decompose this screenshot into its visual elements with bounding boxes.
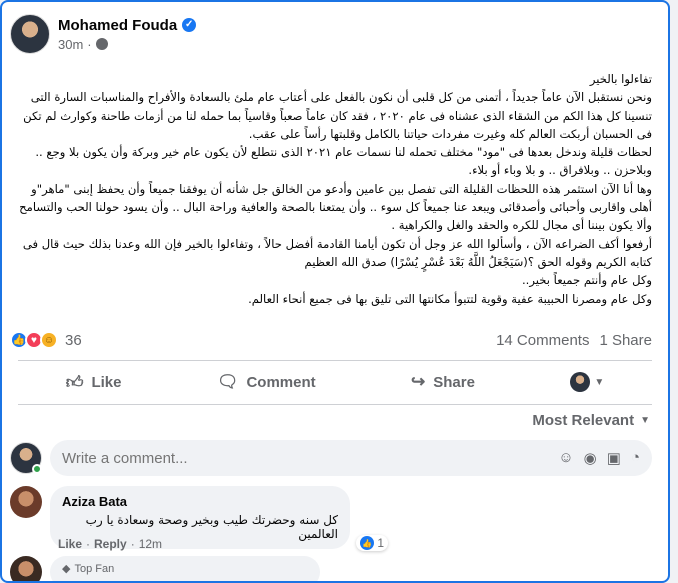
post-stats: 👍 ♥ ☺ 36 14 Comments 1 Share (10, 330, 652, 350)
meta-separator: · (87, 36, 92, 52)
top-fan-label: Top Fan (74, 562, 115, 575)
author-name-row: Mohamed Fouda ✓ (58, 17, 197, 34)
share-arrow-icon: ↪ (411, 372, 426, 391)
comment-box[interactable]: ☺ ◉ ▣ ◔ (50, 440, 652, 476)
user-avatar[interactable] (10, 442, 42, 474)
top-fan-badge: ◆ Top Fan (62, 562, 308, 576)
emoji-icon[interactable]: ☺ (558, 449, 573, 467)
shares-count[interactable]: 1 Share (599, 332, 652, 349)
post-actions: 👍︎ Like 🗨︎ Comment ↪ Share ▼ (18, 364, 652, 400)
sticker-icon[interactable]: ◔ (631, 449, 640, 467)
comment-reply-link[interactable]: Reply (94, 537, 127, 551)
thumbs-up-icon: 👍︎ (65, 372, 84, 392)
engagement-counts: 14 Comments 1 Share (496, 332, 652, 349)
divider (18, 404, 652, 405)
post-card: Mohamed Fouda ✓ 30m · تفاءلوا بالخير ونح… (0, 0, 670, 583)
care-reaction-icon: ☺ (40, 331, 58, 349)
post-paragraph: وكل عام وأنتم جميعاً بخير.. (522, 273, 652, 288)
comment-composer: ☺ ◉ ▣ ◔ (10, 440, 652, 476)
action-separator: · (86, 537, 91, 551)
post-meta: 30m · (58, 37, 196, 52)
chevron-down-icon: ▼ (594, 376, 605, 388)
comment-reactions[interactable]: 👍 1 (356, 535, 388, 551)
reaction-count: 36 (65, 331, 82, 349)
comment-time[interactable]: 12m (139, 537, 162, 551)
post-paragraph: تفاءلوا بالخير (589, 72, 652, 86)
like-reaction-icon: 👍 (360, 536, 375, 550)
gif-icon[interactable]: ▣ (607, 449, 621, 467)
globe-icon (95, 38, 108, 50)
chevron-down-icon: ▼ (640, 415, 650, 426)
post-paragraph: أرفعوا أكف الضراعه الآن ، وأسألوا الله ع… (22, 236, 652, 269)
comment-sort-dropdown[interactable]: Most Relevant ▼ (532, 412, 650, 429)
like-button[interactable]: 👍︎ Like (66, 372, 122, 393)
comment-like-link[interactable]: Like (58, 537, 82, 551)
post-time[interactable]: 30m (58, 37, 83, 52)
share-button[interactable]: ↪ Share (411, 372, 475, 392)
composer-icons: ☺ ◉ ▣ ◔ (558, 449, 640, 467)
post-text: تفاءلوا بالخير ونحن نستقبل الآن عاماً جد… (18, 70, 652, 308)
comment-item: ◆ Top Fan (10, 556, 320, 581)
verified-badge-icon: ✓ (182, 18, 197, 32)
post-paragraph: لحظات قليلة وندخل بعدها فى "مود" مختلف ت… (35, 145, 652, 178)
like-label: Like (91, 373, 122, 391)
sort-label: Most Relevant (532, 412, 635, 429)
diamond-icon: ◆ (62, 563, 71, 575)
post-paragraph: وها أنا الآن استثمر هذه اللحظات القليلة … (19, 181, 652, 233)
scrollbar[interactable] (670, 0, 678, 583)
reaction-summary[interactable]: 👍 ♥ ☺ 36 (10, 331, 82, 349)
speech-bubble-icon: 🗨︎ (216, 372, 239, 391)
divider (18, 360, 652, 361)
author-block: Mohamed Fouda ✓ 30m · (58, 17, 197, 52)
comments-count[interactable]: 14 Comments (496, 332, 589, 349)
commenter-avatar[interactable] (10, 556, 42, 581)
comment-button[interactable]: 🗨︎ Comment (217, 372, 316, 392)
commenter-name[interactable]: Aziza Bata (62, 494, 338, 509)
comment-reaction-count: 1 (377, 536, 384, 550)
comment-actions: Like · Reply · 12m (58, 537, 162, 551)
comment-label: Comment (246, 373, 316, 391)
post-paragraph: وكل عام ومصرنا الحبيبة عفية وقوية لتتبوأ… (248, 291, 652, 306)
author-name[interactable]: Mohamed Fouda (58, 17, 177, 34)
comment-bubble: ◆ Top Fan (50, 556, 320, 581)
camera-icon[interactable]: ◉ (584, 449, 597, 467)
profile-avatar (570, 372, 591, 392)
comment-input[interactable] (62, 449, 362, 467)
post-as-selector[interactable]: ▼ (570, 372, 604, 392)
post-header: Mohamed Fouda ✓ 30m · (10, 14, 197, 54)
author-avatar[interactable] (10, 14, 50, 54)
post-paragraph: ونحن نستقبل الآن عاماً جديداً ، أتمنى من… (23, 90, 652, 141)
action-separator: · (130, 537, 135, 551)
commenter-avatar[interactable] (10, 486, 42, 518)
online-status-icon (32, 464, 42, 474)
share-label: Share (433, 373, 475, 391)
